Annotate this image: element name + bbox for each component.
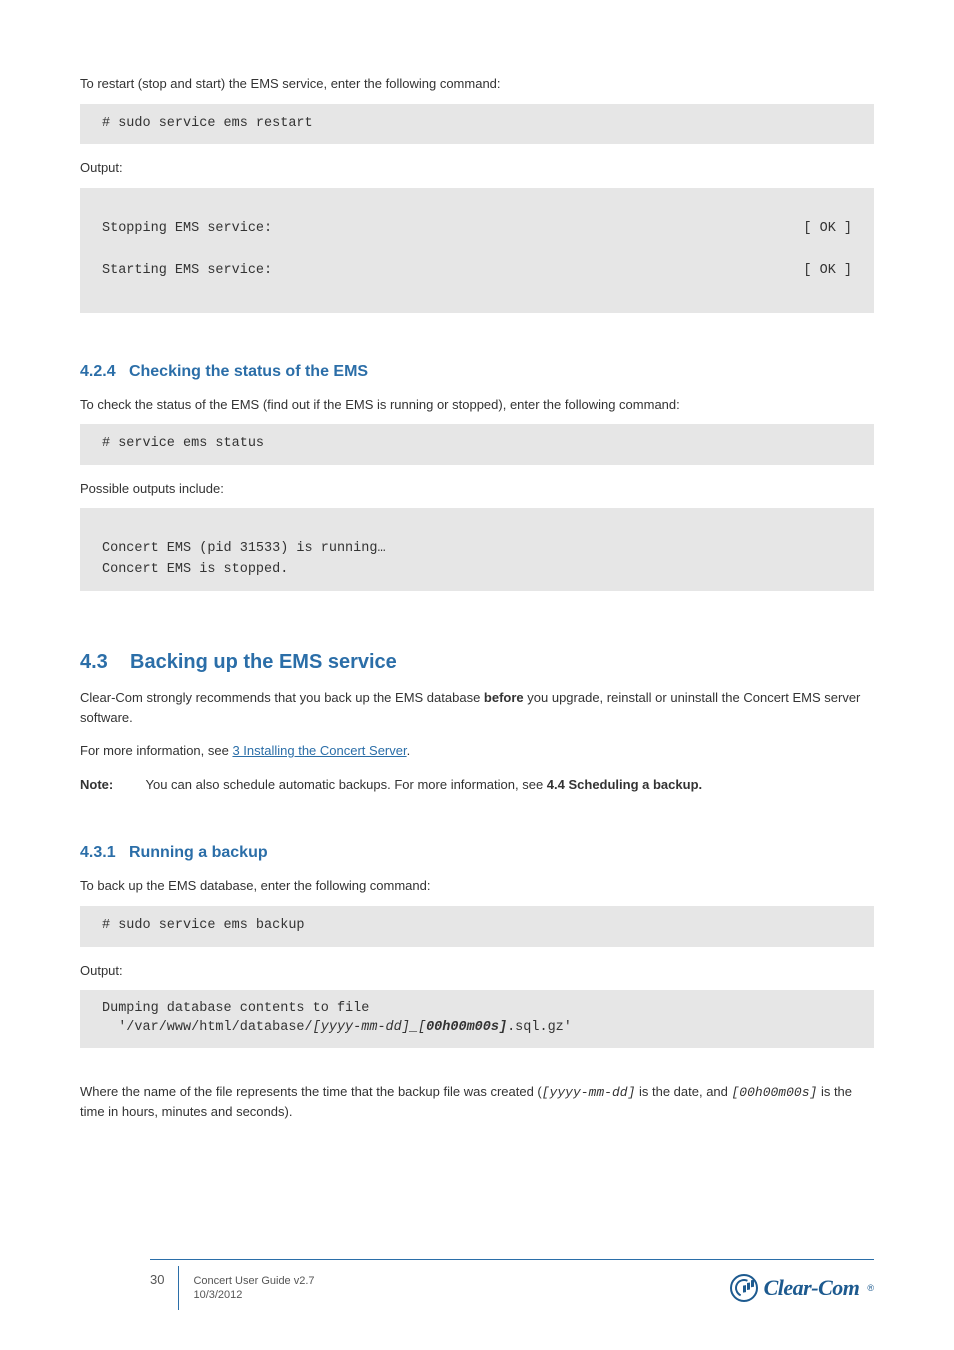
status-out-running: Concert EMS (pid 31533) is running…	[102, 541, 386, 556]
backup-out-path: '/var/www/html/database/	[102, 1020, 313, 1035]
restart-intro-text: To restart (stop and start) the EMS serv…	[80, 74, 874, 94]
code-backup-cmd: # sudo service ems backup	[80, 906, 874, 947]
clearcom-logo: Clear-Com ®	[730, 1274, 874, 1302]
backup-out-l2: '/var/www/html/database/[yyyy-mm-dd]_[00…	[102, 1019, 852, 1038]
clearcom-logo-text: Clear-Com	[764, 1275, 860, 1301]
output-label-1: Output:	[80, 158, 874, 178]
code-status-cmd: # service ems status	[80, 424, 874, 465]
restart-out-start-ok: [ OK ]	[803, 261, 852, 282]
backup-more-2: .	[407, 743, 411, 758]
clearcom-logo-icon	[730, 1274, 758, 1302]
restart-out-start: Starting EMS service:	[102, 261, 272, 282]
run-backup-intro: To back up the EMS database, enter the f…	[80, 876, 874, 896]
heading-run-backup-num: 4.3.1	[80, 844, 116, 861]
code-restart-output: Stopping EMS service: [ OK ] Starting EMS…	[80, 188, 874, 313]
where-2: is the date, and	[635, 1084, 731, 1099]
backup-recommend-text: Clear-Com strongly recommends that you b…	[80, 688, 874, 727]
registered-icon: ®	[867, 1283, 874, 1293]
footer-meta: Concert User Guide v2.7 10/3/2012	[179, 1274, 729, 1303]
backup-recommend-1: Clear-Com strongly recommends that you b…	[80, 690, 484, 705]
install-server-link[interactable]: 3 Installing the Concert Server	[232, 743, 406, 758]
note-label: Note:	[80, 777, 113, 792]
where-1: Where the name of the file represents th…	[80, 1084, 542, 1099]
where-time: [00h00m00s]	[732, 1085, 818, 1100]
restart-out-stop-ok: [ OK ]	[803, 219, 852, 240]
code-backup-output: Dumping database contents to file '/var/…	[80, 990, 874, 1048]
footer-date: 10/3/2012	[193, 1288, 729, 1302]
heading-status-num: 4.2.4	[80, 363, 116, 380]
status-intro-text: To check the status of the EMS (find out…	[80, 395, 874, 415]
where-date: [yyyy-mm-dd]	[542, 1085, 636, 1100]
restart-out-stop: Stopping EMS service:	[102, 219, 272, 240]
backup-recommend-bold: before	[484, 690, 524, 705]
code-restart-cmd: # sudo service ems restart	[80, 104, 874, 145]
code-status-output: Concert EMS (pid 31533) is running… Conc…	[80, 508, 874, 591]
page-number: 30	[150, 1266, 179, 1310]
status-out-stopped: Concert EMS is stopped.	[102, 562, 288, 577]
backup-out-ext: .sql.gz'	[507, 1020, 572, 1035]
heading-backup: 4.3 Backing up the EMS service	[80, 651, 874, 674]
heading-backup-num: 4.3	[80, 651, 108, 673]
heading-backup-title: Backing up the EMS service	[130, 651, 397, 673]
backup-more-1: For more information, see	[80, 743, 232, 758]
footer-doc-title: Concert User Guide v2.7	[193, 1274, 729, 1288]
backup-out-l1: Dumping database contents to file	[102, 1000, 852, 1019]
heading-status-title: Checking the status of the EMS	[129, 363, 368, 380]
backup-filename-explain: Where the name of the file represents th…	[80, 1082, 874, 1122]
backup-moreinfo-text: For more information, see 3 Installing t…	[80, 741, 874, 761]
heading-status: 4.2.4 Checking the status of the EMS	[80, 363, 874, 381]
heading-run-backup-title: Running a backup	[129, 844, 268, 861]
possible-outputs-label: Possible outputs include:	[80, 479, 874, 499]
output-label-2: Output:	[80, 961, 874, 981]
page-footer: 30 Concert User Guide v2.7 10/3/2012 Cle…	[150, 1259, 874, 1310]
heading-run-backup: 4.3.1 Running a backup	[80, 844, 874, 862]
backup-out-time: 00h00m00s]	[426, 1020, 507, 1035]
backup-out-date: [yyyy-mm-dd]_[	[313, 1020, 426, 1035]
note-text: You can also schedule automatic backups.…	[146, 777, 547, 792]
note-bold-ref: 4.4 Scheduling a backup.	[547, 777, 702, 792]
schedule-note: Note: You can also schedule automatic ba…	[80, 775, 874, 795]
